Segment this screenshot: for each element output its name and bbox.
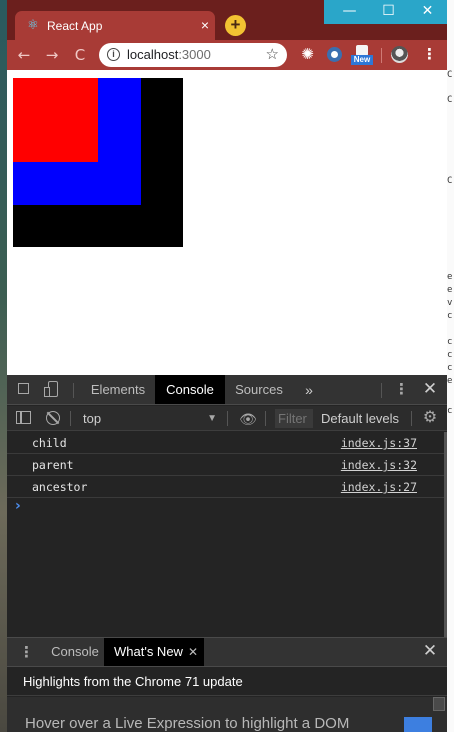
ancestor-box[interactable] xyxy=(13,78,183,247)
live-expression-eye-icon[interactable]: 👁 xyxy=(239,410,257,427)
browser-tab[interactable]: ⚛ React App × xyxy=(15,11,215,40)
tab-console[interactable]: Console xyxy=(155,375,225,404)
background-text-fragment: C xyxy=(447,95,453,105)
extension-new-icon[interactable]: New xyxy=(351,45,373,66)
whats-new-thumbnail xyxy=(404,717,432,732)
background-text-fragment: C xyxy=(447,70,453,80)
profile-avatar-icon[interactable] xyxy=(391,46,408,63)
console-message-text: child xyxy=(32,436,67,450)
background-text-fragment: c xyxy=(447,363,453,373)
drawer-menu-icon[interactable]: ⋮ xyxy=(19,644,34,662)
background-text-fragment: e xyxy=(447,272,453,282)
new-tab-button[interactable]: + xyxy=(225,15,246,36)
title-bar: — ☐ ✕ ⚛ React App × + xyxy=(7,0,447,40)
console-prompt-chevron-icon[interactable]: › xyxy=(15,498,21,514)
extension-circle-icon[interactable] xyxy=(327,47,342,62)
address-bar[interactable]: i localhost:3000 ☆ xyxy=(99,43,287,67)
url-text: localhost:3000 xyxy=(127,47,211,62)
page-viewport xyxy=(7,70,447,375)
tab-title: React App xyxy=(47,19,103,33)
console-message-source-link[interactable]: index.js:32 xyxy=(341,454,417,476)
background-text-fragment: v xyxy=(447,298,453,308)
execution-context-select[interactable]: top ▼ xyxy=(79,409,219,428)
minimize-button[interactable]: — xyxy=(330,0,369,24)
close-drawer-tab-icon[interactable]: ✕ xyxy=(188,645,198,659)
devtools-drawer: ⋮ Console What's New ✕ ✕ Highlights from … xyxy=(7,637,447,732)
close-tab-icon[interactable]: × xyxy=(201,17,209,33)
execution-context-value: top xyxy=(83,411,102,426)
clear-console-icon[interactable] xyxy=(45,410,61,426)
url-port: :3000 xyxy=(178,47,211,62)
react-logo-icon: ⚛ xyxy=(27,17,39,32)
devtools-tab-bar: Elements Console Sources » ⋮ ✕ xyxy=(7,375,447,405)
console-message: ancestor index.js:27 xyxy=(7,476,447,498)
url-host: localhost xyxy=(127,47,179,62)
toolbar-divider xyxy=(381,48,382,63)
background-text-fragment: e xyxy=(447,285,453,295)
maximize-button[interactable]: ☐ xyxy=(369,0,408,24)
background-text-fragment: C xyxy=(447,176,453,186)
background-text-fragment: e xyxy=(447,376,453,386)
drawer-scrollbar[interactable] xyxy=(433,697,445,711)
close-drawer-icon[interactable]: ✕ xyxy=(421,642,439,662)
tab-bar-divider xyxy=(73,383,74,398)
devtools-panel: Elements Console Sources » ⋮ ✕ top ▼ 👁 D… xyxy=(7,375,447,732)
console-message: child index.js:37 xyxy=(7,432,447,454)
console-message-text: parent xyxy=(32,458,74,472)
filter-bar-divider xyxy=(265,411,266,426)
console-message-source-link[interactable]: index.js:37 xyxy=(341,432,417,454)
site-info-icon[interactable]: i xyxy=(107,48,120,61)
browser-toolbar: ← → C i localhost:3000 ☆ ✺ New ⋮ xyxy=(7,40,447,70)
console-settings-gear-icon[interactable]: ⚙ xyxy=(421,409,439,427)
console-filter-input[interactable] xyxy=(275,409,313,428)
inspect-element-icon[interactable] xyxy=(16,381,34,399)
browser-menu-icon[interactable]: ⋮ xyxy=(421,46,438,63)
filter-bar-divider xyxy=(411,411,412,426)
bookmark-star-icon[interactable]: ☆ xyxy=(266,45,279,63)
devtools-menu-icon[interactable]: ⋮ xyxy=(394,381,409,399)
filter-bar-divider xyxy=(70,411,71,426)
whats-new-card[interactable]: Hover over a Live Expression to highligh… xyxy=(7,697,447,732)
background-text-fragment: c xyxy=(447,406,453,416)
browser-window: — ☐ ✕ ⚛ React App × + ← → C i localhost:… xyxy=(7,0,447,732)
console-message-source-link[interactable]: index.js:27 xyxy=(341,476,417,498)
dropdown-arrow-icon: ▼ xyxy=(207,413,217,424)
console-message: parent index.js:32 xyxy=(7,454,447,476)
parent-box[interactable] xyxy=(13,78,141,205)
log-levels-dropdown[interactable]: Default levels xyxy=(317,409,407,428)
close-devtools-icon[interactable]: ✕ xyxy=(421,380,439,400)
desktop-background-left xyxy=(0,0,7,732)
tab-bar-divider xyxy=(381,383,382,398)
console-scrollbar[interactable] xyxy=(444,432,447,637)
forward-button[interactable]: → xyxy=(43,46,61,64)
log-levels-label: Default levels xyxy=(321,411,400,426)
background-text-fragment: c xyxy=(447,350,453,360)
drawer-tab-whats-new-label: What's New xyxy=(114,644,183,659)
device-toolbar-icon[interactable] xyxy=(43,380,61,400)
reload-button[interactable]: C xyxy=(71,46,89,64)
child-box[interactable] xyxy=(13,78,98,162)
console-sidebar-icon[interactable] xyxy=(16,410,32,426)
more-tabs-icon[interactable]: » xyxy=(301,381,317,398)
tab-elements[interactable]: Elements xyxy=(81,375,155,404)
tab-sources[interactable]: Sources xyxy=(225,375,293,404)
drawer-tab-bar: ⋮ Console What's New ✕ ✕ xyxy=(7,638,447,667)
extension-new-badge: New xyxy=(351,55,373,65)
background-text-fragment: c xyxy=(447,337,453,347)
whats-new-card-text: Hover over a Live Expression to highligh… xyxy=(25,715,350,732)
close-window-button[interactable]: ✕ xyxy=(408,0,447,24)
console-filter-bar: top ▼ 👁 Default levels ⚙ xyxy=(7,406,447,431)
back-button[interactable]: ← xyxy=(15,46,33,64)
console-message-text: ancestor xyxy=(32,480,88,494)
extension-gear-icon[interactable]: ✺ xyxy=(299,46,316,63)
drawer-tab-console[interactable]: Console xyxy=(46,638,104,666)
drawer-tab-whats-new[interactable]: What's New ✕ xyxy=(104,638,204,666)
filter-bar-divider xyxy=(227,411,228,426)
background-text-fragment: c xyxy=(447,311,453,321)
desktop-background-right: C C C e e v c c c c e c xyxy=(446,0,454,732)
whats-new-headline: Highlights from the Chrome 71 update xyxy=(7,667,447,696)
console-messages: child index.js:37 parent index.js:32 anc… xyxy=(7,432,447,637)
